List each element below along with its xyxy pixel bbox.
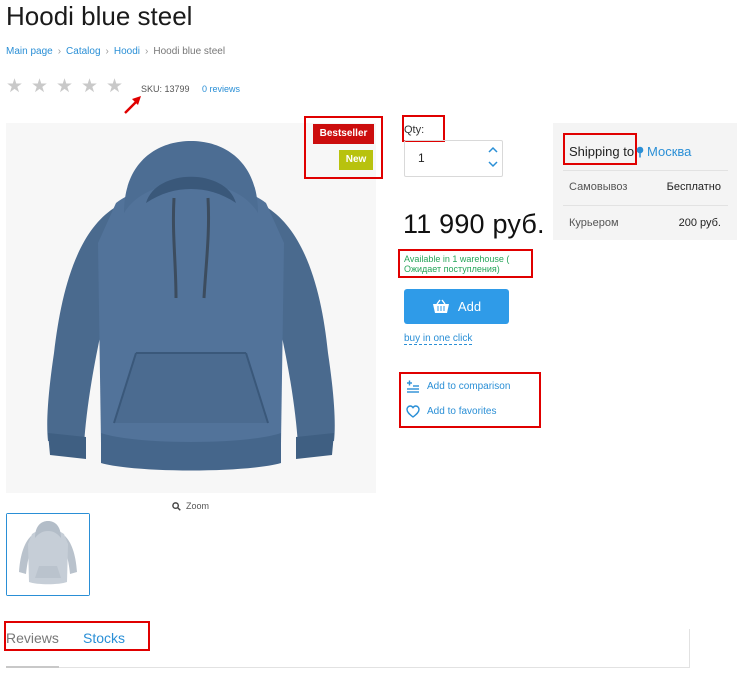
star-icon[interactable]: ★: [6, 77, 25, 96]
reviews-link[interactable]: 0 reviews: [202, 84, 240, 94]
quantity-input[interactable]: 1: [418, 151, 425, 165]
availability-text-line1[interactable]: Available in 1 warehouse (: [404, 254, 509, 264]
shipping-city-selector[interactable]: Москва: [636, 144, 691, 159]
zoom-button[interactable]: Zoom: [172, 501, 209, 511]
add-to-comparison-link[interactable]: Add to comparison: [406, 380, 510, 393]
comparison-label: Add to comparison: [427, 381, 511, 392]
hoodie-thumbnail-image: [7, 514, 89, 595]
star-icon[interactable]: ★: [81, 77, 100, 96]
availability-text-line2[interactable]: Ожидает поступления): [404, 264, 500, 274]
magnifier-icon: [172, 501, 181, 511]
add-to-cart-button[interactable]: Add: [404, 289, 509, 324]
page-title: Hoodi blue steel: [6, 1, 193, 31]
qty-label: Qty:: [404, 124, 425, 136]
add-button-label: Add: [457, 299, 482, 314]
star-icon[interactable]: ★: [56, 77, 75, 96]
new-badge: New: [339, 150, 373, 170]
tab-reviews[interactable]: Reviews: [6, 630, 59, 646]
shipping-method-label: Самовывоз: [569, 181, 628, 193]
bestseller-badge: Bestseller: [313, 124, 374, 144]
tabs-divider: [6, 667, 690, 668]
chevron-right-icon: ›: [105, 46, 109, 57]
breadcrumb-main-page[interactable]: Main page: [6, 46, 53, 57]
divider: [563, 205, 728, 206]
product-thumbnail[interactable]: [6, 513, 90, 596]
divider: [563, 170, 728, 171]
sku-label: SKU: 13799: [141, 84, 190, 94]
shipping-method-price: 200 руб.: [678, 217, 721, 229]
chevron-right-icon: ›: [145, 46, 149, 57]
location-pin-icon: [636, 146, 644, 157]
tab-indicator: [6, 666, 59, 668]
star-icon[interactable]: ★: [31, 77, 50, 96]
comparison-icon: [407, 380, 419, 393]
breadcrumb-catalog[interactable]: Catalog: [66, 46, 100, 57]
chevron-down-icon[interactable]: [487, 160, 499, 169]
add-to-favorites-link[interactable]: Add to favorites: [406, 405, 496, 418]
annotation-arrow-icon: [124, 96, 141, 114]
chevron-up-icon[interactable]: [487, 145, 499, 154]
zoom-label: Zoom: [186, 501, 210, 511]
breadcrumb-hoodi[interactable]: Hoodi: [114, 46, 140, 57]
breadcrumb-current: Hoodi blue steel: [153, 46, 226, 57]
shipping-method-price: Бесплатно: [666, 181, 721, 193]
heart-icon: [406, 405, 420, 418]
shipping-city: Москва: [647, 144, 692, 159]
rating-stars[interactable]: ★ ★ ★ ★ ★: [6, 77, 125, 96]
shipping-title: Shipping to: [569, 144, 635, 159]
tab-stocks[interactable]: Stocks: [83, 630, 125, 646]
buy-one-click-link[interactable]: buy in one click: [404, 333, 473, 345]
favorites-label: Add to favorites: [427, 406, 497, 417]
chevron-right-icon: ›: [57, 46, 62, 57]
product-price: 11 990 руб.: [403, 209, 545, 239]
shipping-method-label: Курьером: [569, 217, 619, 229]
basket-icon: [432, 299, 449, 313]
breadcrumb: Main page › Catalog › Hoodi › Hoodi blue…: [6, 46, 225, 57]
divider: [689, 629, 690, 668]
